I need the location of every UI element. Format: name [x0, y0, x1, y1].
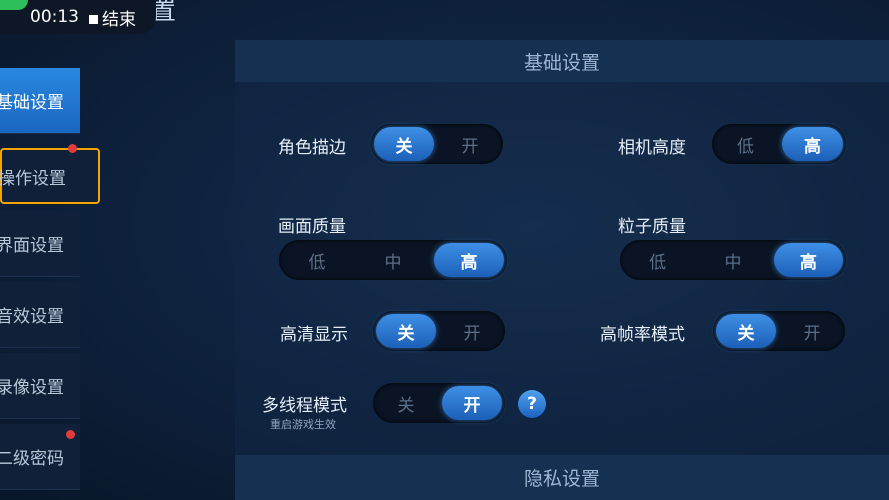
quality-label: 画面质量	[278, 217, 346, 237]
sidebar-item-label: 操作设置	[0, 168, 66, 189]
sidebar-item-label: 界面设置	[0, 236, 64, 256]
sidebar: 基础设置 操作设置 界面设置 音效设置 录像设置 二级密码	[0, 34, 100, 500]
hd-option-on[interactable]: 开	[442, 314, 502, 348]
section-header-privacy: 隐私设置	[235, 455, 889, 500]
camera-height-label: 相机高度	[618, 138, 686, 158]
outline-option-on[interactable]: 开	[440, 127, 500, 161]
particle-label: 粒子质量	[618, 217, 686, 237]
hfr-option-on[interactable]: 开	[782, 314, 842, 348]
hd-display-toggle[interactable]: 关 开	[373, 311, 505, 351]
quality-option-low[interactable]: 低	[282, 243, 352, 277]
multithread-note: 重启游戏生效	[270, 418, 336, 431]
quality-option-high[interactable]: 高	[434, 243, 504, 277]
high-fps-label: 高帧率模式	[600, 325, 685, 345]
sidebar-item-replay[interactable]: 录像设置	[0, 353, 80, 419]
hd-display-label: 高清显示	[280, 325, 348, 345]
high-fps-toggle[interactable]: 关 开	[713, 311, 845, 351]
quality-selector[interactable]: 低 中 高	[279, 240, 507, 280]
hfr-option-off[interactable]: 关	[716, 314, 776, 348]
multithread-option-off[interactable]: 关	[376, 386, 436, 420]
notification-dot	[68, 144, 77, 153]
sidebar-item-label: 录像设置	[0, 378, 64, 398]
multithread-label: 多线程模式	[262, 396, 347, 416]
end-recording-label: 结束	[102, 9, 136, 30]
hd-option-off[interactable]: 关	[376, 314, 436, 348]
camera-option-high[interactable]: 高	[782, 127, 843, 161]
outline-toggle[interactable]: 关 开	[371, 124, 503, 164]
particle-option-high[interactable]: 高	[773, 243, 843, 277]
notification-dot	[66, 430, 75, 439]
sidebar-item-controls[interactable]: 操作设置	[0, 148, 100, 204]
sidebar-item-basic[interactable]: 基础设置	[0, 68, 80, 134]
sidebar-item-label: 二级密码	[0, 449, 64, 469]
recording-time: 00:13	[30, 7, 79, 27]
multithread-toggle[interactable]: 关 开	[373, 383, 505, 423]
quality-option-mid[interactable]: 中	[358, 243, 428, 277]
sidebar-item-sound[interactable]: 音效设置	[0, 282, 80, 348]
camera-height-toggle[interactable]: 低 高	[712, 124, 846, 164]
particle-option-low[interactable]: 低	[623, 243, 692, 277]
outline-option-off[interactable]: 关	[374, 127, 434, 161]
end-recording-button[interactable]: 结束	[89, 5, 136, 30]
sidebar-item-interface[interactable]: 界面设置	[0, 211, 80, 277]
section-header-basic: 基础设置	[235, 40, 889, 82]
particle-option-mid[interactable]: 中	[698, 243, 767, 277]
sidebar-item-label: 基础设置	[0, 93, 64, 113]
help-icon[interactable]: ?	[518, 390, 546, 418]
multithread-option-on[interactable]: 开	[442, 386, 502, 420]
stop-icon	[89, 15, 98, 24]
outline-label: 角色描边	[278, 138, 346, 158]
sidebar-item-label: 音效设置	[0, 307, 64, 327]
particle-selector[interactable]: 低 中 高	[620, 240, 846, 280]
camera-option-low[interactable]: 低	[715, 127, 776, 161]
